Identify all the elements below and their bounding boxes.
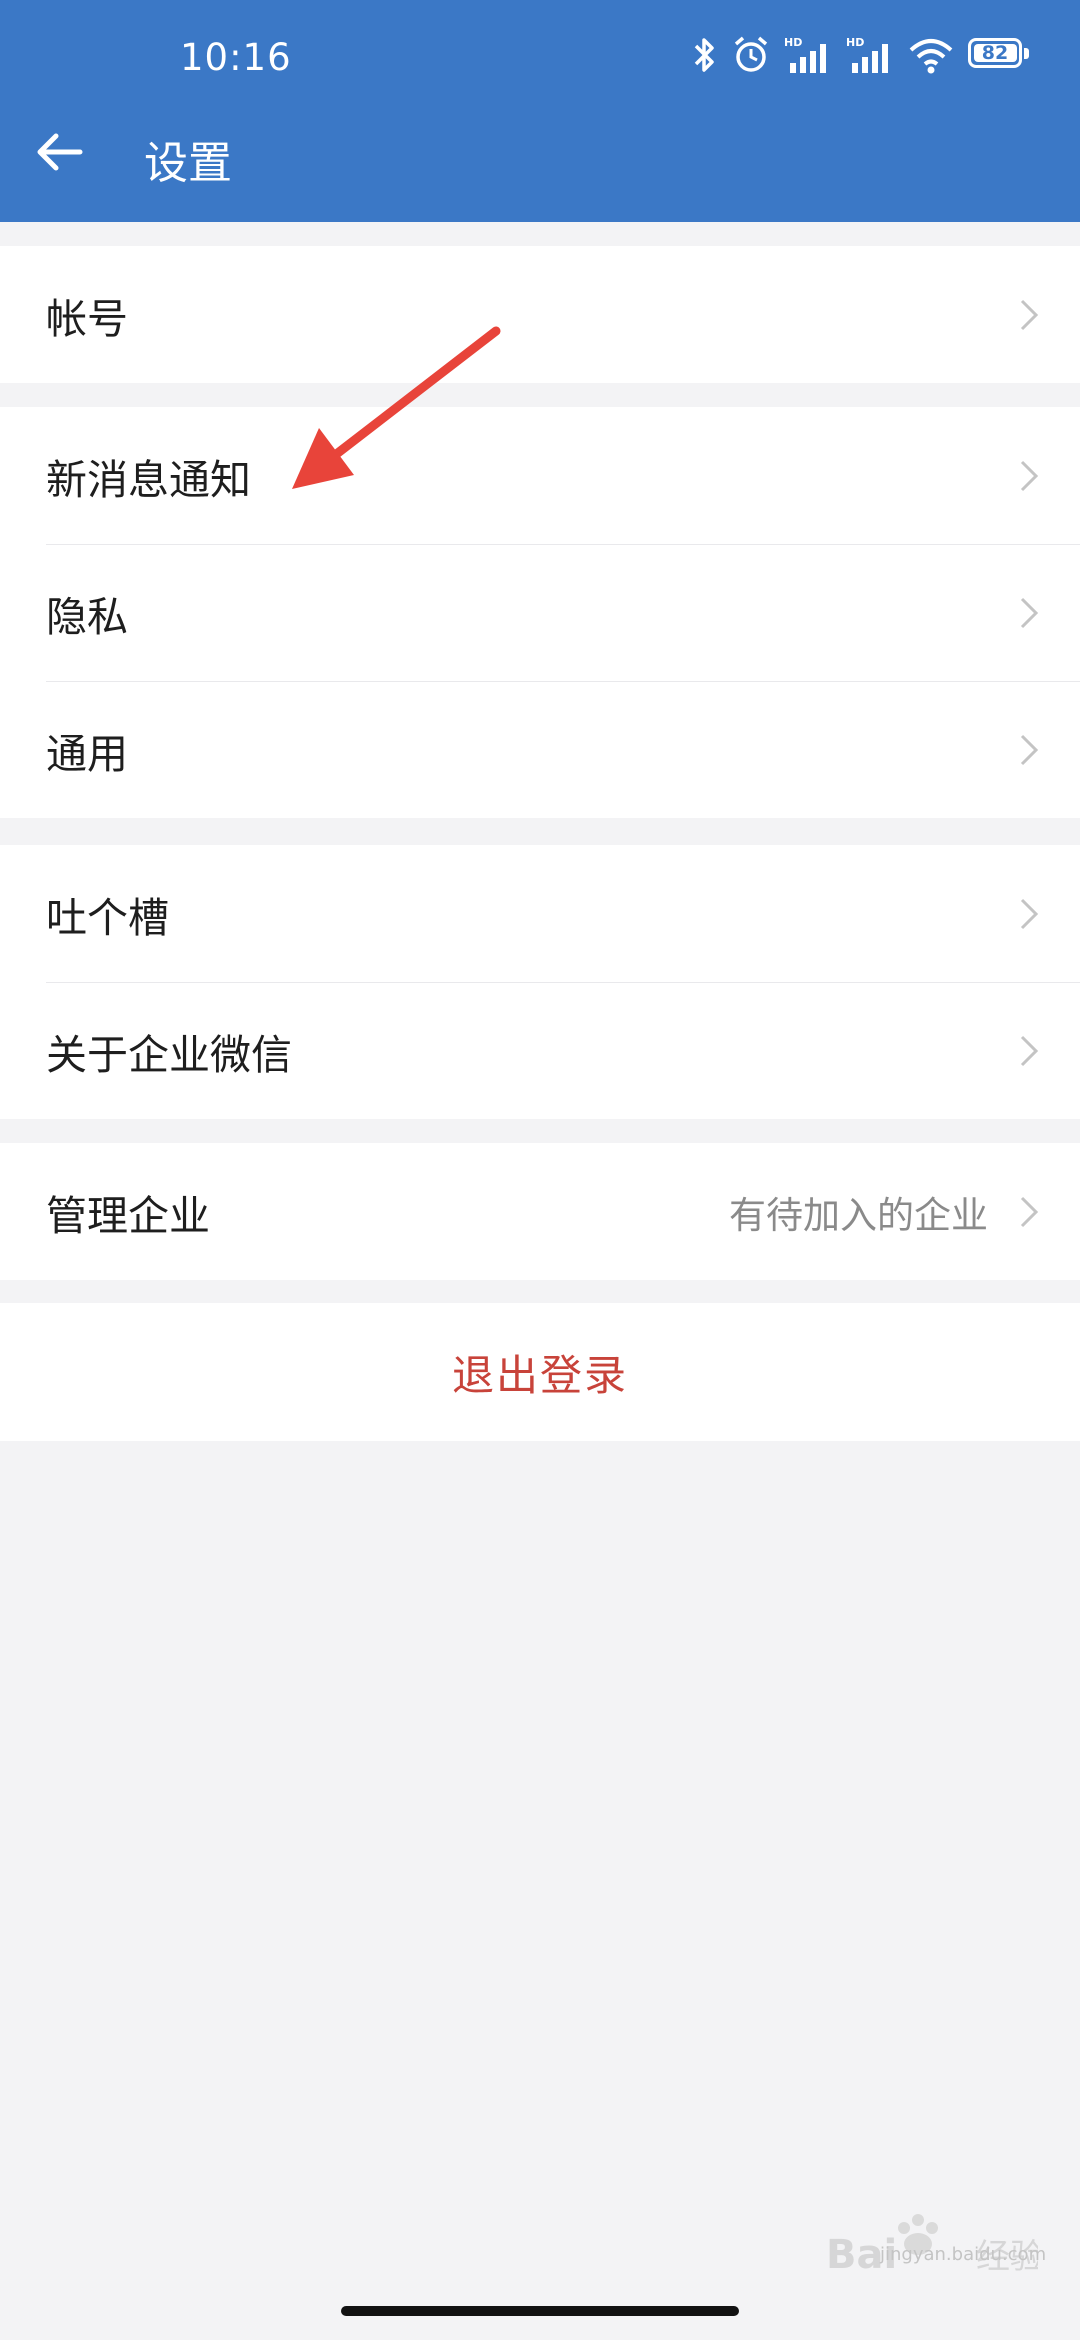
settings-item-common[interactable]: 通用: [0, 681, 1080, 818]
back-button[interactable]: [30, 122, 90, 182]
chevron-right-icon: [1020, 898, 1039, 929]
watermark-url: jingyan.baidu.com: [880, 2244, 1047, 2265]
chevron-right-icon: [1020, 1196, 1039, 1227]
settings-item-feedback[interactable]: 吐个槽: [0, 845, 1080, 982]
arrow-left-icon: [37, 133, 83, 171]
settings-item-label: 吐个槽: [46, 893, 169, 942]
bluetooth-icon: [694, 38, 714, 72]
logout-label: 退出登录: [451, 1350, 628, 1400]
settings-item-label: 隐私: [46, 592, 128, 641]
chevron-right-icon: [1020, 299, 1039, 330]
settings-item-privacy[interactable]: 隐私: [0, 544, 1080, 681]
settings-group-account: 帐号: [0, 246, 1080, 383]
alarm-icon: [734, 36, 768, 72]
settings-item-manage-enterprise[interactable]: 管理企业 有待加入的企业: [0, 1143, 1080, 1280]
svg-text:HD: HD: [784, 36, 802, 49]
chevron-right-icon: [1020, 597, 1039, 628]
settings-item-label: 通用: [46, 729, 128, 778]
signal-hd-icon: HD: [784, 36, 826, 73]
settings-group-general: 新消息通知 隐私 通用: [0, 407, 1080, 818]
settings-item-label: 管理企业: [46, 1191, 210, 1240]
settings-item-value: 有待加入的企业: [729, 1193, 988, 1237]
chevron-right-icon: [1020, 734, 1039, 765]
battery-level: 82: [981, 42, 1009, 64]
settings-item-account[interactable]: 帐号: [0, 246, 1080, 383]
status-time: 10:16: [180, 36, 292, 79]
settings-group-enterprise: 管理企业 有待加入的企业: [0, 1143, 1080, 1280]
battery-icon: 82: [968, 38, 1030, 72]
signal-hd-icon: HD: [846, 36, 888, 73]
home-indicator[interactable]: [341, 2306, 739, 2316]
settings-group-about: 吐个槽 关于企业微信: [0, 845, 1080, 1119]
chevron-right-icon: [1020, 460, 1039, 491]
logout-button[interactable]: 退出登录: [0, 1303, 1080, 1441]
settings-item-notifications[interactable]: 新消息通知: [0, 407, 1080, 544]
chevron-right-icon: [1020, 1035, 1039, 1066]
settings-item-label: 新消息通知: [46, 455, 251, 504]
app-header: 10:16 HD HD 82 设置: [0, 0, 1080, 222]
settings-item-label: 关于企业微信: [46, 1030, 292, 1079]
page-title: 设置: [144, 138, 232, 189]
settings-item-about[interactable]: 关于企业微信: [0, 982, 1080, 1119]
wifi-icon: [909, 39, 953, 74]
svg-text:HD: HD: [846, 36, 864, 49]
settings-item-label: 帐号: [46, 294, 128, 343]
status-icons: HD HD 82: [692, 30, 1030, 80]
